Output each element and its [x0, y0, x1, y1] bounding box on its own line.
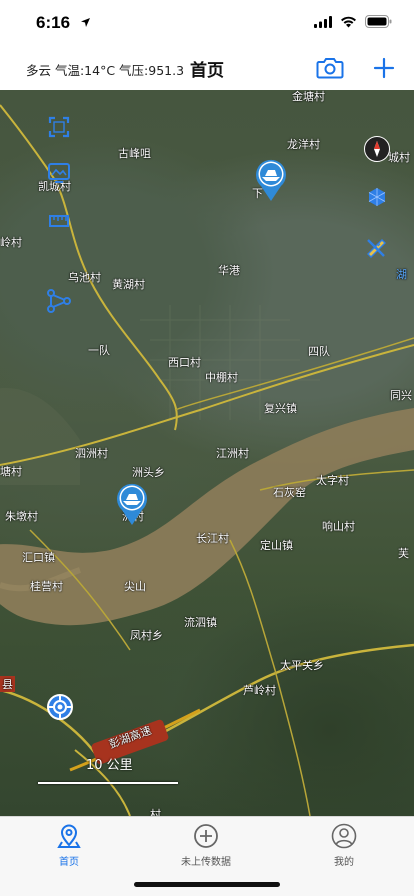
place-label: 湖: [396, 268, 407, 281]
place-label: 同兴: [390, 389, 412, 402]
place-label: 泗洲村: [75, 447, 108, 460]
place-label: 桂营村: [30, 580, 63, 593]
wifi-icon: [341, 16, 356, 27]
add-button[interactable]: [369, 54, 399, 82]
ruler-icon: [49, 215, 69, 227]
compass-icon: [374, 141, 380, 157]
place-label: 汇口镇: [22, 551, 55, 564]
page-title: 首页: [190, 61, 224, 81]
status-icons: [314, 15, 392, 28]
pen-ruler-button[interactable]: [364, 234, 390, 260]
place-label: 黄湖村: [112, 278, 145, 291]
tab-label: 未上传数据: [181, 857, 231, 868]
place-label: 凤村乡: [130, 629, 163, 642]
fullscreen-icon: [48, 116, 70, 138]
ruler-button[interactable]: [46, 208, 72, 234]
area-button[interactable]: [364, 184, 390, 210]
place-label: 华港: [218, 264, 240, 277]
satellite-map[interactable]: 金塘村 古峰咀 龙洋村 下 城村 凯城村 岭村 乌池村 黄湖村 华港 一队 西口…: [0, 90, 414, 816]
place-label: 太字村: [316, 474, 349, 487]
place-label: 乌池村: [68, 271, 101, 284]
boat-marker-icon[interactable]: [255, 158, 287, 202]
camera-button[interactable]: [315, 54, 345, 82]
place-label: 县: [0, 676, 15, 692]
place-label: 太平关乡: [280, 659, 324, 672]
signal-icon: [314, 15, 332, 28]
battery-icon: [365, 15, 392, 28]
location-arrow-icon: [81, 18, 90, 27]
place-label: 村: [150, 808, 161, 816]
scale-label: 10 公里: [86, 758, 133, 773]
place-label: 洲头乡: [132, 466, 165, 479]
tab-unuploaded[interactable]: 未上传数据: [156, 823, 256, 868]
measure-button[interactable]: [46, 288, 72, 314]
place-label: 长江村: [196, 532, 229, 545]
place-label: 西口村: [168, 356, 201, 369]
place-label: 四队: [308, 345, 330, 358]
place-label: 岭村: [0, 236, 22, 249]
place-label: 流泗镇: [184, 616, 217, 629]
place-label: 塘村: [0, 465, 22, 478]
place-label: 龙洋村: [287, 138, 320, 151]
place-label: 石灰窑: [273, 486, 306, 499]
boat-marker-icon[interactable]: [116, 482, 148, 526]
home-indicator: [134, 882, 280, 887]
place-label: 城村: [388, 151, 410, 164]
tab-label: 首页: [59, 857, 79, 868]
status-time: 6:16: [36, 13, 71, 32]
place-label: 尖山: [124, 580, 146, 593]
tab-label: 我的: [334, 857, 354, 868]
place-label: 江洲村: [216, 447, 249, 460]
current-location-icon[interactable]: [47, 694, 73, 720]
place-label: 响山村: [322, 520, 355, 533]
status-bar: 6:16: [0, 0, 414, 48]
place-label: 中棚村: [205, 371, 238, 384]
map-pin-icon: [57, 824, 81, 848]
place-label: 芦岭村: [243, 684, 276, 697]
fullscreen-button[interactable]: [46, 114, 72, 140]
add-circle-icon: [194, 824, 218, 848]
place-label: 芙: [398, 547, 409, 560]
place-label: 朱墩村: [5, 510, 38, 523]
place-label: 金塘村: [292, 90, 325, 103]
camera-icon: [316, 58, 344, 79]
area-icon: [368, 188, 386, 206]
layers-button[interactable]: [46, 160, 72, 186]
user-icon: [331, 823, 357, 849]
map-scale: 10 公里: [38, 754, 178, 786]
place-label: 一队: [88, 344, 110, 357]
scale-line: [38, 782, 178, 784]
place-label: 古峰咀: [118, 147, 151, 160]
nav-bar: 多云 气温:14°C 气压:951.3 首页: [0, 48, 414, 90]
tab-home[interactable]: 首页: [19, 823, 119, 868]
tab-profile[interactable]: 我的: [294, 823, 394, 868]
place-label: 复兴镇: [264, 402, 297, 415]
place-label: 定山镇: [260, 539, 293, 552]
measure-icon: [47, 289, 71, 313]
compass-button[interactable]: [364, 136, 390, 162]
screen: 6:16 多云 气温:14°C 气压:951.3 首页 金塘村 古峰咀 龙洋村 …: [0, 0, 414, 896]
plus-icon: [373, 57, 395, 79]
pen-ruler-icon: [367, 239, 386, 258]
layers-icon: [48, 163, 70, 183]
